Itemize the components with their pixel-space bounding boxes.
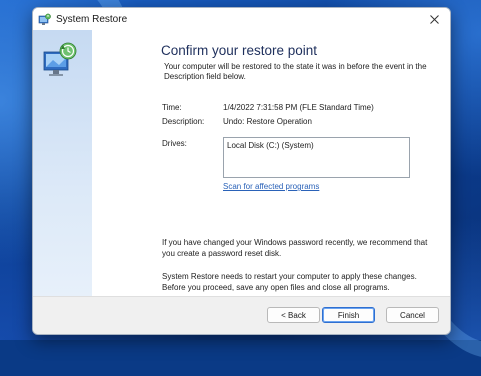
system-restore-dialog: System Restore Confirm your restore poin… <box>32 7 451 335</box>
drives-label: Drives: <box>162 139 187 148</box>
close-button[interactable] <box>418 8 450 30</box>
time-label: Time: <box>162 103 182 112</box>
time-value: 1/4/2022 7:31:58 PM (FLE Standard Time) <box>223 103 374 112</box>
password-note: If you have changed your Windows passwor… <box>162 238 428 258</box>
button-bar: < Back Finish Cancel <box>33 296 450 334</box>
restart-note: System Restore needs to restart your com… <box>162 272 417 292</box>
close-icon <box>429 14 439 24</box>
description-value: Undo: Restore Operation <box>223 117 312 126</box>
scan-affected-programs-link[interactable]: Scan for affected programs <box>223 182 319 191</box>
window-title: System Restore <box>56 13 128 25</box>
cancel-button[interactable]: Cancel <box>386 307 439 323</box>
drives-list[interactable]: Local Disk (C:) (System) <box>223 137 410 178</box>
wizard-content: Confirm your restore point Your computer… <box>92 30 450 297</box>
wizard-sidebar <box>33 30 92 297</box>
finish-button[interactable]: Finish <box>322 307 375 323</box>
description-label: Description: <box>162 117 205 126</box>
system-restore-icon <box>38 13 51 25</box>
page-title: Confirm your restore point <box>161 43 318 58</box>
system-restore-illustration-icon <box>43 42 77 76</box>
list-item[interactable]: Local Disk (C:) (System) <box>227 141 314 150</box>
title-bar[interactable]: System Restore <box>33 8 450 30</box>
intro-text: Your computer will be restored to the st… <box>164 62 427 81</box>
back-button[interactable]: < Back <box>267 307 320 323</box>
